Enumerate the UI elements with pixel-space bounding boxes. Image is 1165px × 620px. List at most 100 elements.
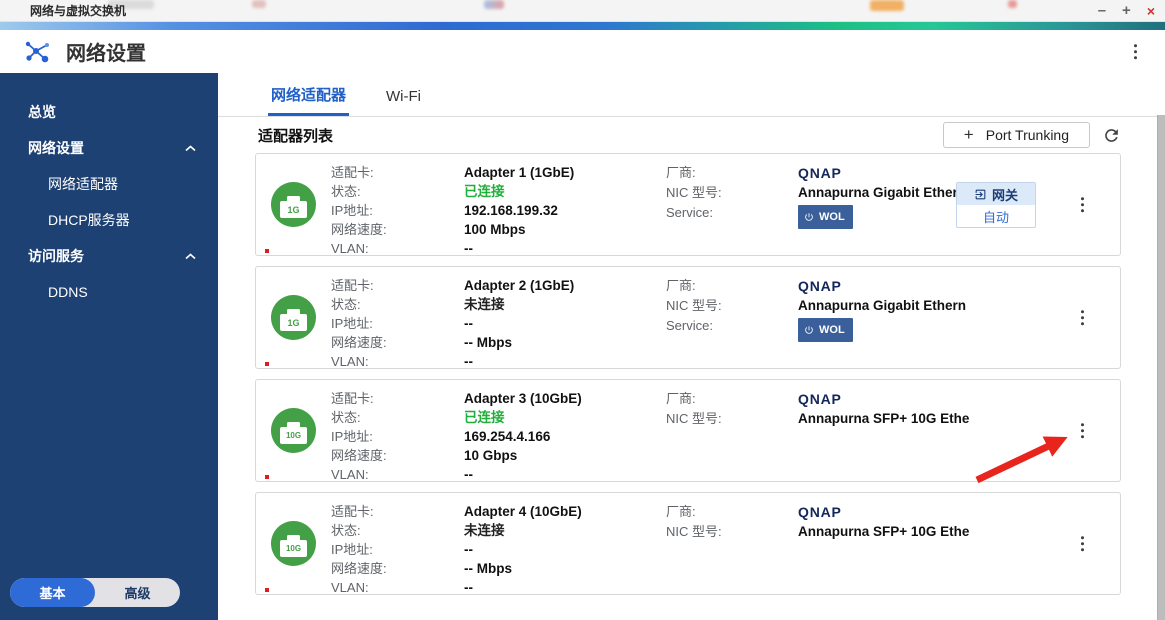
vlan-value: --	[464, 241, 473, 256]
status-value: 未连接	[464, 523, 505, 538]
adapter-card-2: 1G 适配卡: 状态: IP地址: 网络速度: VLAN: Adapter 2 …	[255, 266, 1121, 369]
field-label: Service:	[666, 205, 713, 220]
ip-value: 192.168.199.32	[464, 203, 558, 218]
list-title: 适配器列表	[258, 127, 334, 145]
qnap-logo-accent	[265, 475, 269, 479]
close-button[interactable]: ×	[1147, 0, 1155, 21]
speed-value: 100 Mbps	[464, 222, 526, 237]
sidebar-item-overview[interactable]: 总览	[0, 94, 218, 130]
ethernet-port-icon: 1G	[271, 182, 316, 227]
adapter-list: 1G 适配卡: 状态: IP地址: 网络速度: VLAN: Adapter 1 …	[218, 153, 1165, 595]
sidebar-item-network-settings[interactable]: 网络设置	[0, 130, 218, 166]
field-label: 网络速度:	[331, 335, 387, 350]
vlan-value: --	[464, 580, 473, 595]
field-label: IP地址:	[331, 429, 373, 444]
field-label: 适配卡:	[331, 278, 374, 293]
speed-value: -- Mbps	[464, 561, 512, 576]
mode-toggle: 基本 高级	[10, 578, 180, 607]
adapter-menu-button[interactable]	[1077, 306, 1089, 330]
qnap-logo: QNAP	[798, 391, 842, 407]
header-menu-button[interactable]	[1130, 40, 1142, 64]
os-titlebar: 网络与虚拟交换机 – + ×	[0, 0, 1165, 22]
qnap-logo-accent	[265, 362, 269, 366]
field-label: VLAN:	[331, 241, 369, 256]
qnap-logo: QNAP	[798, 165, 842, 181]
qnap-logo-accent	[265, 588, 269, 592]
field-label: 状态:	[331, 410, 361, 425]
gateway-widget[interactable]: 网关 自动	[956, 182, 1036, 228]
refresh-button[interactable]	[1102, 126, 1121, 145]
main-content: 网络适配器 Wi-Fi 适配器列表 + Port Trunking 1G 适配卡…	[218, 73, 1165, 620]
field-label: 厂商:	[666, 391, 696, 406]
refresh-icon	[1105, 128, 1118, 142]
adapter-name: Adapter 1 (1GbE)	[464, 165, 575, 180]
ethernet-port-icon: 1G	[271, 295, 316, 340]
field-label: NIC 型号:	[666, 411, 722, 426]
speed-value: -- Mbps	[464, 335, 512, 350]
maximize-button[interactable]: +	[1122, 0, 1131, 21]
field-label: NIC 型号:	[666, 298, 722, 313]
adapter-menu-button[interactable]	[1077, 532, 1089, 556]
adapter-card-1: 1G 适配卡: 状态: IP地址: 网络速度: VLAN: Adapter 1 …	[255, 153, 1121, 256]
field-label: 状态:	[331, 297, 361, 312]
gateway-exit-icon	[975, 189, 986, 199]
sidebar-item-dhcp-server[interactable]: DHCP服务器	[0, 202, 218, 238]
background-app-ghost	[484, 0, 504, 9]
field-label: NIC 型号:	[666, 185, 722, 200]
vlan-value: --	[464, 354, 473, 369]
field-label: 厂商:	[666, 278, 696, 293]
adapter-name: Adapter 3 (10GbE)	[464, 391, 582, 406]
background-app-ghost	[870, 0, 904, 11]
background-app-ghost	[1008, 0, 1017, 8]
sidebar-item-network-adapter[interactable]: 网络适配器	[0, 166, 218, 202]
gateway-mode[interactable]: 自动	[957, 205, 1035, 227]
sidebar-item-ddns[interactable]: DDNS	[0, 274, 218, 310]
speed-value: 10 Gbps	[464, 448, 518, 463]
adapter-card-4: 10G 适配卡: 状态: IP地址: 网络速度: VLAN: Adapter 4…	[255, 492, 1121, 595]
chevron-up-icon	[185, 253, 196, 260]
list-header: 适配器列表 + Port Trunking	[218, 117, 1165, 153]
mode-basic-button[interactable]: 基本	[10, 578, 95, 607]
background-app-ghost	[252, 0, 266, 8]
tab-network-adapter[interactable]: 网络适配器	[268, 84, 350, 116]
nic-model: Annapurna SFP+ 10G Ethe	[798, 411, 970, 426]
field-label: 厂商:	[666, 165, 696, 180]
sidebar-item-access-services[interactable]: 访问服务	[0, 238, 218, 274]
adapter-menu-button[interactable]	[1077, 193, 1089, 217]
status-value: 已连接	[464, 184, 505, 199]
tab-wifi[interactable]: Wi-Fi	[383, 88, 424, 116]
plus-icon: +	[963, 125, 974, 144]
field-label: 网络速度:	[331, 561, 387, 576]
wol-badge: WOL	[798, 318, 853, 342]
field-label: VLAN:	[331, 354, 369, 369]
field-label: NIC 型号:	[666, 524, 722, 539]
page-title: 网络设置	[66, 43, 146, 65]
field-label: 网络速度:	[331, 448, 387, 463]
adapter-name: Adapter 2 (1GbE)	[464, 278, 575, 293]
nic-model: Annapurna SFP+ 10G Ethe	[798, 524, 970, 539]
vlan-value: --	[464, 467, 473, 482]
field-label: 网络速度:	[331, 222, 387, 237]
ethernet-port-icon: 10G	[271, 408, 316, 453]
adapter-menu-button[interactable]	[1077, 419, 1089, 443]
field-label: Service:	[666, 318, 713, 333]
mode-advanced-button[interactable]: 高级	[95, 578, 180, 607]
power-icon	[805, 213, 813, 221]
port-trunking-button[interactable]: + Port Trunking	[942, 122, 1090, 148]
minimize-button[interactable]: –	[1098, 0, 1106, 21]
ethernet-port-icon: 10G	[271, 521, 316, 566]
qnap-logo: QNAP	[798, 278, 842, 294]
brand-gradient-strip	[0, 22, 1165, 30]
field-label: 适配卡:	[331, 504, 374, 519]
ip-value: --	[464, 542, 473, 557]
screen: 网络与虚拟交换机 – + × 网络设置 总览 网络设置 网络适配器 DHCP服务…	[0, 0, 1165, 620]
field-label: 适配卡:	[331, 391, 374, 406]
scrollbar[interactable]	[1157, 115, 1165, 620]
adapter-name: Adapter 4 (10GbE)	[464, 504, 582, 519]
field-label: 厂商:	[666, 504, 696, 519]
field-label: 状态:	[331, 523, 361, 538]
field-label: IP地址:	[331, 203, 373, 218]
window-controls: – + ×	[1098, 0, 1155, 21]
field-label: 适配卡:	[331, 165, 374, 180]
app-header: 网络设置	[0, 30, 1165, 73]
